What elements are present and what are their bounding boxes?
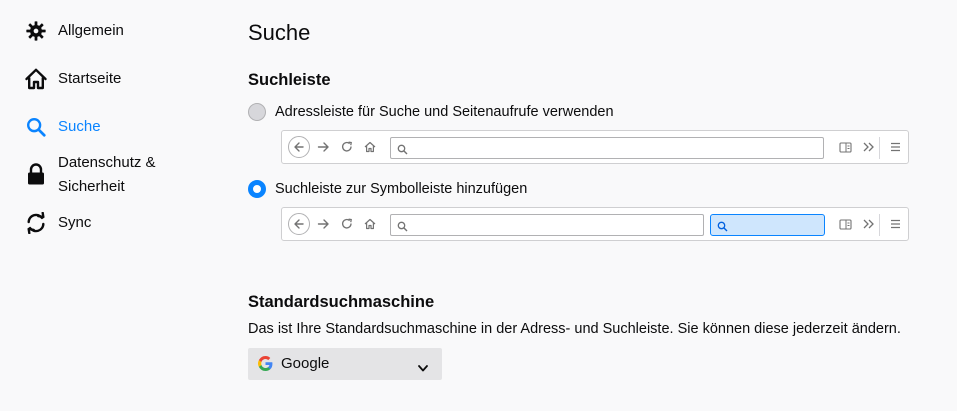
- sidebar-item-label-line2: Sicherheit: [58, 178, 125, 195]
- menu-icon: [887, 139, 903, 155]
- searchbar-heading: Suchleiste: [248, 71, 331, 89]
- search-icon: [717, 219, 728, 237]
- default-engine-value: Google: [281, 355, 330, 372]
- radio-address-bar[interactable]: Adressleiste für Suche und Seitenaufrufe…: [248, 103, 614, 121]
- home-icon: [362, 216, 378, 232]
- reader-view-icon: [837, 216, 853, 232]
- chevron-down-icon: [418, 359, 428, 377]
- reader-view-icon: [837, 139, 853, 155]
- toolbar-preview-address: [281, 130, 909, 164]
- back-icon: [288, 136, 310, 158]
- overflow-chevron-icon: [861, 216, 877, 232]
- search-icon: [397, 219, 408, 237]
- sidebar-item-startseite[interactable]: Startseite: [24, 67, 121, 91]
- sidebar-item-label: Suche: [58, 118, 101, 135]
- radio-address-bar-label: Adressleiste für Suche und Seitenaufrufe…: [275, 104, 614, 120]
- home-icon: [24, 67, 48, 91]
- sync-icon: [24, 211, 48, 235]
- radio-button-unchecked[interactable]: [248, 103, 266, 121]
- sidebar-item-datenschutz[interactable]: Datenschutz & Sicherheit: [24, 151, 156, 199]
- forward-icon: [315, 216, 331, 232]
- reload-icon: [339, 216, 355, 232]
- toolbar-preview-searchbar: [281, 207, 909, 241]
- search-bar-preview: [710, 214, 825, 236]
- sidebar-item-label: Startseite: [58, 70, 122, 87]
- url-bar: [390, 214, 704, 236]
- toolbar-divider: [879, 137, 880, 159]
- sidebar: Allgemein Startseite Suche Datenschutz &…: [0, 0, 230, 411]
- radio-button-checked[interactable]: [248, 180, 266, 198]
- forward-icon: [315, 139, 331, 155]
- home-icon: [362, 139, 378, 155]
- search-icon: [397, 142, 408, 160]
- sidebar-item-label: Datenschutz & Sicherheit: [58, 151, 156, 199]
- google-icon: [258, 356, 273, 376]
- back-icon: [288, 213, 310, 235]
- toolbar-divider: [879, 214, 880, 236]
- overflow-chevron-icon: [861, 139, 877, 155]
- lock-icon: [24, 162, 48, 186]
- sidebar-item-suche[interactable]: Suche: [24, 115, 101, 139]
- radio-toolbar-searchbar-label: Suchleiste zur Symbolleiste hinzufügen: [275, 181, 528, 197]
- default-engine-heading: Standardsuchmaschine: [248, 293, 435, 311]
- search-icon: [24, 115, 48, 139]
- sidebar-item-allgemein[interactable]: Allgemein: [24, 19, 124, 43]
- menu-icon: [887, 216, 903, 232]
- page-title: Suche: [248, 20, 311, 45]
- url-bar: [390, 137, 824, 159]
- default-engine-dropdown[interactable]: Google: [248, 348, 442, 380]
- sidebar-item-label: Sync: [58, 214, 92, 231]
- sidebar-item-sync[interactable]: Sync: [24, 211, 91, 235]
- gear-icon: [24, 19, 48, 43]
- radio-toolbar-searchbar[interactable]: Suchleiste zur Symbolleiste hinzufügen: [248, 180, 527, 198]
- reload-icon: [339, 139, 355, 155]
- default-engine-description: Das ist Ihre Standardsuchmaschine in der…: [248, 321, 901, 337]
- sidebar-item-label: Allgemein: [58, 22, 124, 39]
- sidebar-item-label-line1: Datenschutz &: [58, 154, 156, 171]
